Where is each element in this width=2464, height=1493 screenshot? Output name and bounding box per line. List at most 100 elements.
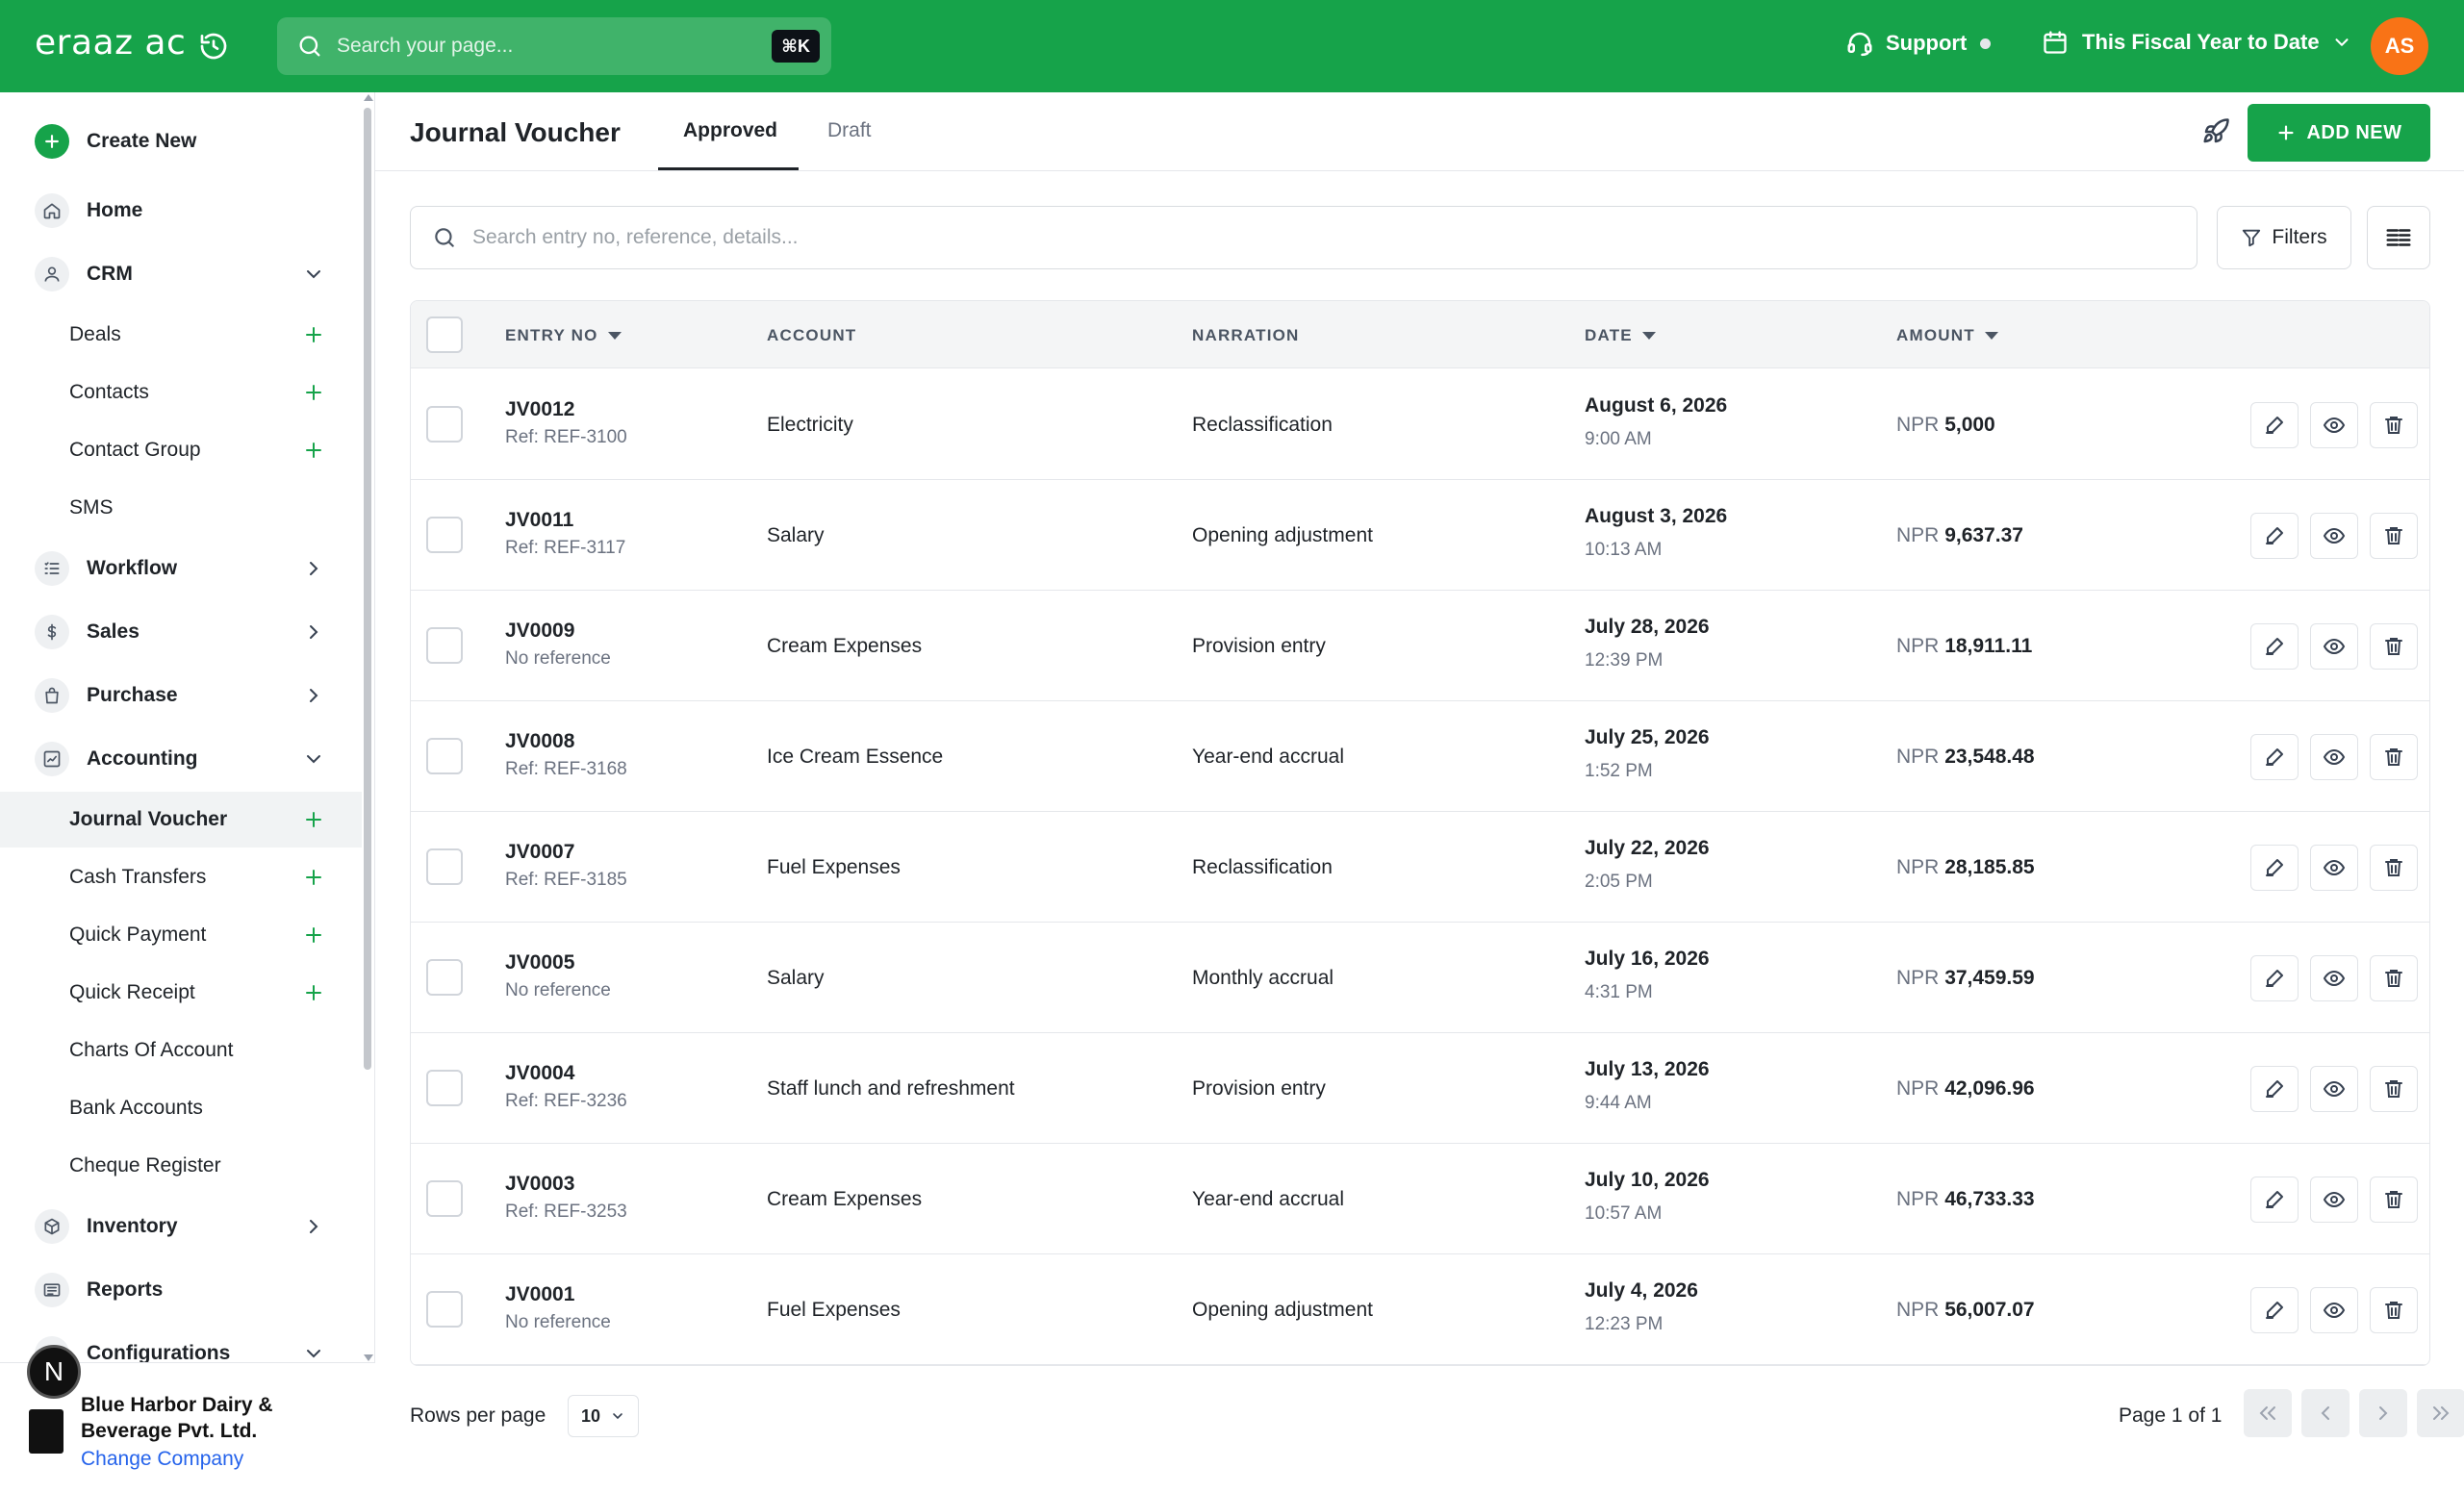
delete-button[interactable] xyxy=(2370,513,2418,559)
row-checkbox[interactable] xyxy=(426,627,463,664)
change-company-link[interactable]: Change Company xyxy=(81,1448,243,1471)
delete-button[interactable] xyxy=(2370,1177,2418,1223)
edit-button[interactable] xyxy=(2250,1177,2299,1223)
sidebar-item-contact-group[interactable]: Contact Group xyxy=(0,422,362,478)
edit-button[interactable] xyxy=(2250,734,2299,780)
entry-no[interactable]: JV0012 xyxy=(505,398,574,421)
sidebar-item-charts-of-account[interactable]: Charts Of Account xyxy=(0,1023,362,1078)
view-button[interactable] xyxy=(2310,734,2358,780)
entry-no[interactable]: JV0008 xyxy=(505,730,574,753)
row-checkbox[interactable] xyxy=(426,406,463,443)
table-row[interactable]: JV0005 No reference Salary Monthly accrual J… xyxy=(411,923,2429,1033)
sidebar-item-inventory[interactable]: Inventory xyxy=(0,1198,362,1255)
sidebar-item-bank-accounts[interactable]: Bank Accounts xyxy=(0,1080,362,1136)
column-header-amount[interactable]: AMOUNT xyxy=(1896,326,1998,345)
sidebar-item-deals[interactable]: Deals xyxy=(0,307,362,363)
history-icon[interactable] xyxy=(198,31,229,62)
view-button[interactable] xyxy=(2310,513,2358,559)
view-button[interactable] xyxy=(2310,402,2358,448)
sidebar-item-sms[interactable]: SMS xyxy=(0,480,362,536)
delete-button[interactable] xyxy=(2370,845,2418,891)
entry-no[interactable]: JV0007 xyxy=(505,841,574,864)
support-button[interactable]: Support xyxy=(1845,29,1992,58)
row-checkbox[interactable] xyxy=(426,1070,463,1106)
rocket-icon[interactable] xyxy=(2201,117,2230,146)
sidebar-item-reports[interactable]: Reports xyxy=(0,1261,362,1319)
sidebar-item-journal-voucher[interactable]: Journal Voucher xyxy=(0,792,362,848)
column-header-entry-no[interactable]: ENTRY NO xyxy=(505,326,622,345)
last-page-button[interactable] xyxy=(2417,1389,2464,1437)
sidebar-item-purchase[interactable]: Purchase xyxy=(0,667,362,724)
delete-button[interactable] xyxy=(2370,955,2418,1001)
date-range-selector[interactable]: This Fiscal Year to Date xyxy=(2042,29,2352,56)
sidebar-item-crm[interactable]: CRM xyxy=(0,245,362,303)
next-page-button[interactable] xyxy=(2359,1389,2407,1437)
edit-button[interactable] xyxy=(2250,1287,2299,1333)
plus-icon[interactable] xyxy=(302,808,325,831)
add-new-button[interactable]: ADD NEW xyxy=(2248,104,2430,162)
view-button[interactable] xyxy=(2310,1287,2358,1333)
column-toggle-button[interactable] xyxy=(2367,206,2430,269)
entry-no[interactable]: JV0005 xyxy=(505,951,574,974)
row-checkbox[interactable] xyxy=(426,848,463,885)
edit-button[interactable] xyxy=(2250,513,2299,559)
sidebar-item-cash-transfers[interactable]: Cash Transfers xyxy=(0,849,362,905)
app-logo[interactable]: eraaz ac xyxy=(35,23,186,63)
sidebar-item-quick-receipt[interactable]: Quick Receipt xyxy=(0,965,362,1021)
table-row[interactable]: JV0009 No reference Cream Expenses Provisio… xyxy=(411,591,2429,701)
table-row[interactable]: JV0012 Ref: REF-3100 Electricity Reclassifi… xyxy=(411,369,2429,480)
sidebar-item-contacts[interactable]: Contacts xyxy=(0,365,362,420)
plus-icon[interactable] xyxy=(302,924,325,947)
sidebar-item-home[interactable]: Home xyxy=(0,182,362,240)
view-button[interactable] xyxy=(2310,845,2358,891)
row-checkbox[interactable] xyxy=(426,1180,463,1217)
scroll-down-arrow[interactable] xyxy=(364,1354,373,1361)
sidebar-scrollbar-thumb[interactable] xyxy=(364,108,371,1070)
view-button[interactable] xyxy=(2310,1177,2358,1223)
table-row[interactable]: JV0004 Ref: REF-3236 Staff lunch and refre… xyxy=(411,1033,2429,1144)
table-row[interactable]: JV0011 Ref: REF-3117 Salary Opening adjustm… xyxy=(411,480,2429,591)
table-row[interactable]: JV0008 Ref: REF-3168 Ice Cream Essence Year… xyxy=(411,701,2429,812)
view-button[interactable] xyxy=(2310,1066,2358,1112)
table-row[interactable]: JV0003 Ref: REF-3253 Cream Expenses Year-en… xyxy=(411,1144,2429,1254)
sidebar-create-new[interactable]: Create New xyxy=(0,113,362,170)
plus-icon[interactable] xyxy=(302,981,325,1004)
rows-per-page-select[interactable]: 10 xyxy=(568,1395,639,1437)
select-all-checkbox[interactable] xyxy=(426,316,463,353)
table-row[interactable]: JV0001 No reference Fuel Expenses Opening a… xyxy=(411,1254,2429,1365)
entry-no[interactable]: JV0011 xyxy=(505,509,573,532)
plus-icon[interactable] xyxy=(302,866,325,889)
user-avatar[interactable]: AS xyxy=(2371,17,2428,75)
table-row[interactable]: JV0007 Ref: REF-3185 Fuel Expenses Reclassi… xyxy=(411,812,2429,923)
scroll-up-arrow[interactable] xyxy=(364,94,373,101)
sidebar-item-sales[interactable]: Sales xyxy=(0,603,362,661)
row-checkbox[interactable] xyxy=(426,517,463,553)
view-button[interactable] xyxy=(2310,623,2358,670)
table-search-input[interactable]: Search entry no, reference, details... xyxy=(410,206,2197,269)
edit-button[interactable] xyxy=(2250,845,2299,891)
plus-icon[interactable] xyxy=(302,323,325,346)
previous-page-button[interactable] xyxy=(2301,1389,2350,1437)
sidebar-item-workflow[interactable]: Workflow xyxy=(0,540,362,597)
delete-button[interactable] xyxy=(2370,734,2418,780)
view-button[interactable] xyxy=(2310,955,2358,1001)
delete-button[interactable] xyxy=(2370,1287,2418,1333)
delete-button[interactable] xyxy=(2370,623,2418,670)
entry-no[interactable]: JV0001 xyxy=(505,1283,574,1306)
edit-button[interactable] xyxy=(2250,623,2299,670)
entry-no[interactable]: JV0009 xyxy=(505,620,574,643)
plus-icon[interactable] xyxy=(302,439,325,462)
edit-button[interactable] xyxy=(2250,955,2299,1001)
tab-approved[interactable]: Approved xyxy=(683,119,777,142)
sidebar-item-quick-payment[interactable]: Quick Payment xyxy=(0,907,362,963)
sidebar-item-accounting[interactable]: Accounting xyxy=(0,730,362,788)
nextjs-badge[interactable]: N xyxy=(27,1345,81,1399)
delete-button[interactable] xyxy=(2370,402,2418,448)
delete-button[interactable] xyxy=(2370,1066,2418,1112)
row-checkbox[interactable] xyxy=(426,959,463,996)
sidebar-item-cheque-register[interactable]: Cheque Register xyxy=(0,1138,362,1194)
entry-no[interactable]: JV0003 xyxy=(505,1173,574,1196)
entry-no[interactable]: JV0004 xyxy=(505,1062,574,1085)
column-header-date[interactable]: DATE xyxy=(1585,326,1656,345)
plus-icon[interactable] xyxy=(302,381,325,404)
